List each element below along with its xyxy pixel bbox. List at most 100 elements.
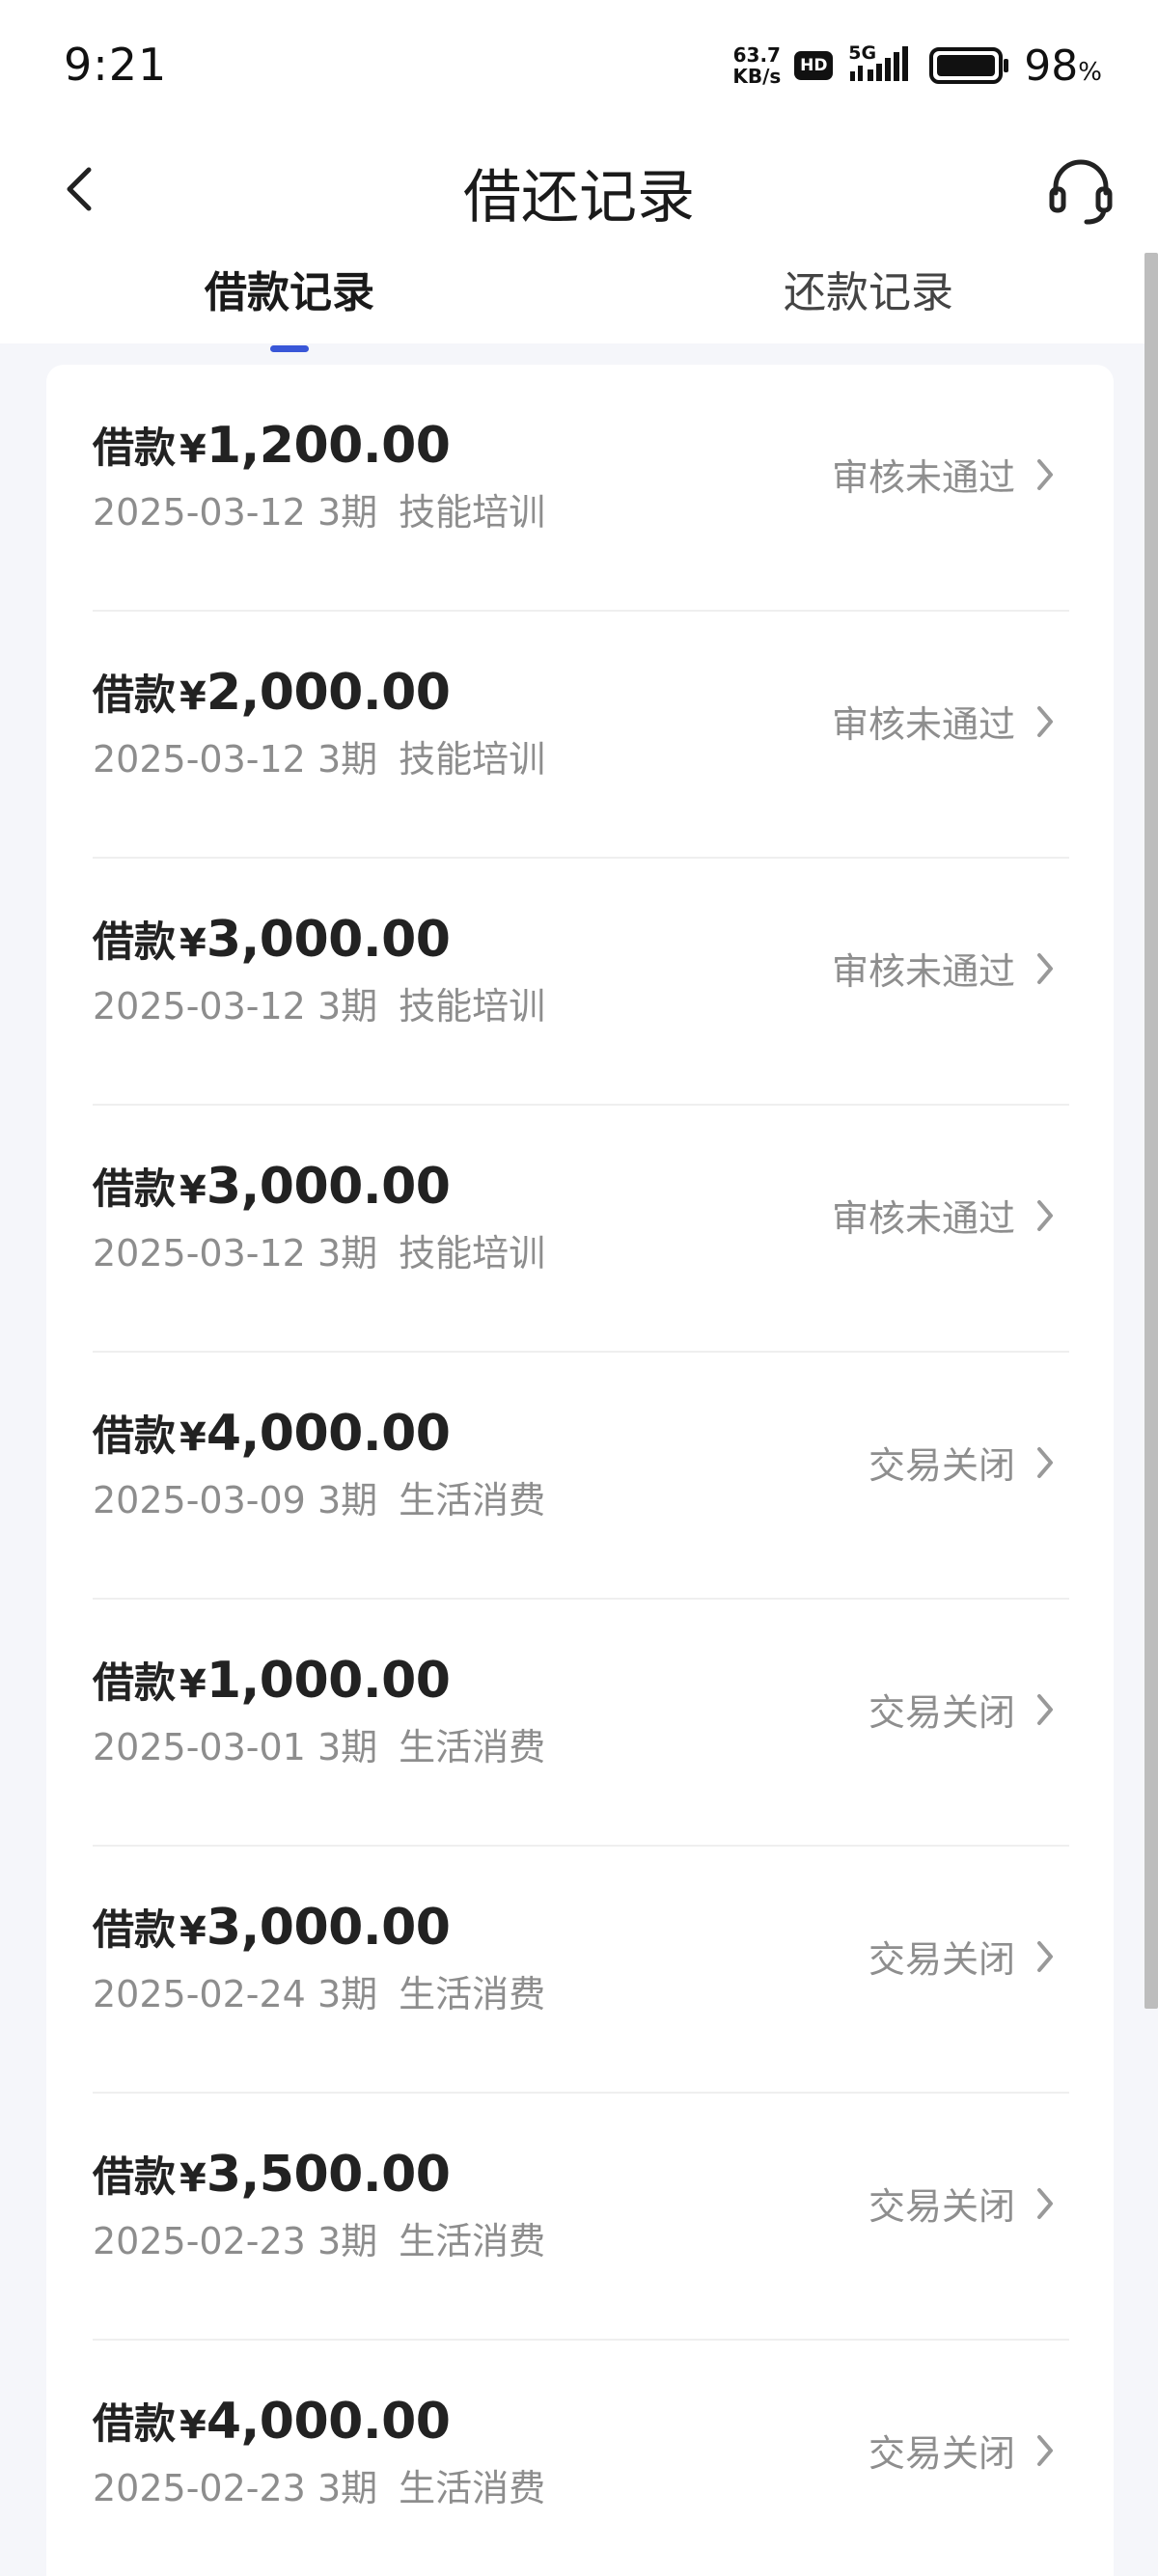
record-status: 审核未通过 [832,1189,1056,1242]
amount-value: 1,200.00 [206,417,451,475]
record-meta: 2025-03-12 3期 技能培训 [93,1223,545,1276]
record-amount: 借款 ¥3,000.00 [93,909,451,969]
record-date: 2025-03-12 [93,491,306,534]
record-category: 技能培训 [399,985,546,1028]
record-category: 技能培训 [399,738,546,781]
record-date: 2025-03-12 [93,1232,306,1274]
record-date: 2025-02-24 [93,1973,306,2015]
record-category: 生活消费 [399,2467,546,2509]
record-date: 2025-02-23 [93,2220,306,2262]
status-text: 交易关闭 [868,1444,1015,1487]
tab-repayment-records-label: 还款记录 [784,268,953,317]
battery-percent-value: 98 [1024,41,1079,91]
record-meta: 2025-03-09 3期 生活消费 [93,1470,545,1523]
record-meta: 2025-03-01 3期 生活消费 [93,1717,545,1770]
amount-value: 4,000.00 [206,1405,451,1463]
battery-icon [929,47,1009,84]
amount-value: 2,000.00 [206,664,451,722]
record-term: 3期 [317,1232,378,1274]
amount-value: 3,000.00 [206,1158,451,1216]
headset-icon [1049,159,1113,225]
record-term: 3期 [317,738,378,781]
status-text: 交易关闭 [868,2185,1015,2228]
record-term: 3期 [317,985,378,1028]
list-item[interactable]: 借款 ¥3,000.00 2025-02-24 3期 生活消费 交易关闭 [93,1847,1069,2094]
tab-repayment-records[interactable]: 还款记录 [579,264,1158,332]
record-status: 交易关闭 [868,1930,1056,1983]
currency-symbol: ¥ [179,427,207,472]
record-meta: 2025-03-12 3期 技能培训 [93,729,545,782]
status-text: 交易关闭 [868,1938,1015,1981]
network-speed: 63.7 KB/s [732,44,781,87]
record-meta: 2025-03-12 3期 技能培训 [93,976,545,1029]
currency-symbol: ¥ [179,1662,207,1707]
list-item[interactable]: 借款 ¥3,000.00 2025-03-12 3期 技能培训 审核未通过 [93,1106,1069,1353]
signal-icon: 5G [846,42,916,87]
record-term: 3期 [317,1726,378,1768]
customer-service-button[interactable] [1042,151,1119,228]
record-amount: 借款 ¥4,000.00 [93,1403,451,1463]
record-meta: 2025-03-12 3期 技能培训 [93,482,545,535]
record-amount: 借款 ¥1,200.00 [93,415,451,475]
record-date: 2025-02-23 [93,2467,306,2509]
scrollbar[interactable] [1144,253,1158,2009]
currency-symbol: ¥ [179,2156,207,2201]
chevron-right-icon [1037,2187,1053,2219]
record-category: 技能培训 [399,491,546,534]
active-tab-indicator [270,345,309,352]
record-date: 2025-03-09 [93,1479,306,1521]
battery-percent: 98% [1024,41,1102,91]
chevron-right-icon [1037,1693,1053,1725]
tab-loan-records-label: 借款记录 [205,268,374,317]
record-meta: 2025-02-24 3期 生活消费 [93,1964,545,2017]
list-item[interactable]: 借款 ¥4,000.00 2025-02-23 3期 生活消费 交易关闭 [93,2341,1069,2576]
record-date: 2025-03-12 [93,738,306,781]
list-item[interactable]: 借款 ¥4,000.00 2025-03-09 3期 生活消费 交易关闭 [93,1353,1069,1600]
status-text: 审核未通过 [831,456,1015,499]
currency-symbol: ¥ [179,1909,207,1954]
amount-value: 3,000.00 [206,1899,451,1957]
status-text: 审核未通过 [831,1197,1015,1240]
currency-symbol: ¥ [179,1415,207,1460]
list-item[interactable]: 借款 ¥3,000.00 2025-03-12 3期 技能培训 审核未通过 [93,859,1069,1106]
status-text: 交易关闭 [868,2432,1015,2475]
record-status: 审核未通过 [832,448,1056,501]
battery-percent-symbol: % [1078,57,1102,87]
loan-records-screen: 9:21 63.7 KB/s HD 5G 98% 借还记录 借款记录 还款记录 … [0,0,1158,2576]
currency-symbol: ¥ [179,921,207,966]
record-category: 生活消费 [399,1973,546,2015]
tab-loan-records[interactable]: 借款记录 [0,264,579,352]
record-date: 2025-03-12 [93,985,306,1028]
record-date: 2025-03-01 [93,1726,306,1768]
page-title: 借还记录 [463,164,695,232]
chevron-right-icon [1037,1199,1053,1231]
record-type: 借款 [93,2400,176,2449]
record-amount: 借款 ¥3,000.00 [93,1897,451,1957]
chevron-right-icon [1037,1446,1053,1478]
list-item[interactable]: 借款 ¥2,000.00 2025-03-12 3期 技能培训 审核未通过 [93,612,1069,859]
records-list: 借款 ¥1,200.00 2025-03-12 3期 技能培训 审核未通过 借款 ¥2… [46,365,1114,2576]
network-type-label: 5G [848,42,877,64]
status-time: 9:21 [64,39,168,91]
hd-icon: HD [794,51,834,80]
nav-bar: 借还记录 [0,125,1158,251]
record-type: 借款 [93,1412,176,1461]
status-text: 审核未通过 [831,703,1015,746]
record-amount: 借款 ¥2,000.00 [93,662,451,722]
record-type: 借款 [93,1906,176,1955]
record-category: 生活消费 [399,1726,546,1768]
list-item[interactable]: 借款 ¥3,500.00 2025-02-23 3期 生活消费 交易关闭 [93,2094,1069,2341]
record-status: 审核未通过 [832,695,1056,748]
chevron-right-icon [1037,2434,1053,2466]
record-tabs: 借款记录 还款记录 [0,251,1158,352]
currency-symbol: ¥ [179,1168,207,1213]
list-item[interactable]: 借款 ¥1,200.00 2025-03-12 3期 技能培训 审核未通过 [93,365,1069,612]
record-amount: 借款 ¥3,000.00 [93,1156,451,1216]
status-text: 审核未通过 [831,950,1015,993]
record-category: 技能培训 [399,1232,546,1274]
chevron-right-icon [1037,458,1053,490]
record-category: 生活消费 [399,1479,546,1521]
amount-value: 4,000.00 [206,2393,451,2451]
amount-value: 1,000.00 [206,1652,451,1710]
list-item[interactable]: 借款 ¥1,000.00 2025-03-01 3期 生活消费 交易关闭 [93,1600,1069,1847]
